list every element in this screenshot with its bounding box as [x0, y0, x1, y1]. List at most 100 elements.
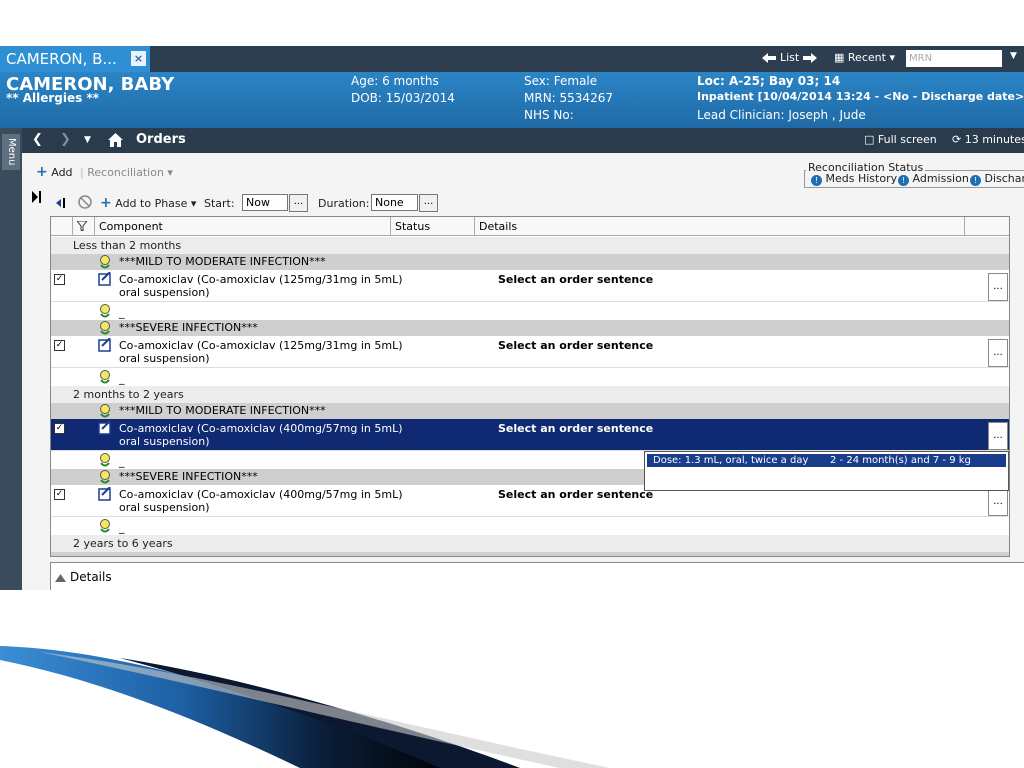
- order-row-selected[interactable]: ✓ Co-amoxiclav (Co-amoxiclav (400mg/57mg…: [51, 419, 1009, 451]
- order-sentence-icon: [100, 304, 110, 318]
- history-dropdown-icon[interactable]: ▼: [84, 135, 91, 145]
- age-group-row: Less than 2 months: [51, 237, 1009, 254]
- refresh-button[interactable]: ⟳ 13 minutes a: [952, 133, 1024, 146]
- severity-label: ***MILD TO MODERATE INFECTION***: [119, 255, 326, 268]
- start-picker-button[interactable]: ...: [289, 194, 308, 212]
- patient-mrn: MRN: 5534267: [524, 91, 613, 105]
- order-checkbox[interactable]: ✓: [54, 423, 65, 434]
- age-group-row: 2 months to 2 years: [51, 386, 1009, 403]
- close-icon[interactable]: ×: [131, 51, 146, 66]
- recent-label[interactable]: Recent: [848, 51, 886, 64]
- order-details[interactable]: Select an order sentence: [498, 488, 653, 501]
- forward-icon[interactable]: ❯: [60, 132, 71, 147]
- blank-row: _: [51, 518, 1009, 535]
- arrow-right-icon[interactable]: [803, 52, 818, 63]
- phase-indicator-icon[interactable]: [56, 197, 68, 209]
- start-input[interactable]: Now: [242, 194, 288, 211]
- add-button[interactable]: + Add: [36, 164, 73, 180]
- chevron-down-icon: ▾: [190, 197, 197, 210]
- patient-tab[interactable]: CAMERON, B... ×: [0, 46, 150, 72]
- chevron-down-icon: ▾: [889, 51, 895, 64]
- admission-status[interactable]: ! Admission: [898, 172, 969, 186]
- discharge-info-icon: !: [970, 175, 981, 186]
- admission-label: Admission: [912, 172, 969, 185]
- blank-row-text: _: [119, 455, 125, 468]
- order-sentence-button[interactable]: ...: [988, 422, 1008, 450]
- order-checkbox[interactable]: ✓: [54, 489, 65, 500]
- blank-row-text: _: [119, 306, 125, 319]
- order-sentence-button[interactable]: ...: [988, 488, 1008, 516]
- severity-row: ***MILD TO MODERATE INFECTION***: [51, 403, 1009, 419]
- order-sentence-option[interactable]: Dose: 1.3 mL, oral, twice a day 2 - 24 m…: [647, 454, 1006, 467]
- status-column-header[interactable]: Status: [391, 217, 475, 236]
- full-screen-button[interactable]: □ Full screen: [864, 133, 937, 146]
- option-range: 2 - 24 month(s) and 7 - 9 kg: [830, 455, 971, 466]
- duration-picker-button[interactable]: ...: [419, 194, 438, 212]
- order-sentence-button[interactable]: ...: [988, 273, 1008, 301]
- order-sentence-icon: [100, 470, 110, 484]
- back-icon[interactable]: ❮: [32, 132, 43, 147]
- recent-icon: ▦: [834, 51, 845, 64]
- list-navigation[interactable]: List: [762, 51, 818, 64]
- order-details[interactable]: Select an order sentence: [498, 339, 653, 352]
- prohibited-icon[interactable]: [78, 195, 92, 209]
- full-screen-label: Full screen: [877, 133, 937, 146]
- duration-label: Duration:: [318, 197, 370, 210]
- discharge-status[interactable]: ! Discharg: [970, 172, 1024, 186]
- order-form-icon: [98, 487, 111, 501]
- blank-row: _: [51, 303, 1009, 320]
- arrow-left-icon[interactable]: [762, 52, 776, 63]
- component-column-header[interactable]: Component: [95, 217, 391, 236]
- patient-dob: DOB: 15/03/2014: [351, 91, 455, 105]
- details-panel-toggle[interactable]: Details: [50, 562, 1024, 590]
- add-to-phase-button[interactable]: + Add to Phase ▾: [100, 195, 196, 211]
- details-column-header[interactable]: Details: [475, 217, 965, 236]
- recent-menu[interactable]: ▦ Recent ▾: [834, 51, 895, 64]
- page-title: Orders: [136, 132, 186, 147]
- reconciliation-menu[interactable]: | Reconciliation ▾: [80, 166, 173, 179]
- order-component: Co-amoxiclav (Co-amoxiclav (125mg/31mg i…: [119, 339, 403, 365]
- order-row[interactable]: ✓ Co-amoxiclav (Co-amoxiclav (125mg/31mg…: [51, 270, 1009, 302]
- mrn-search-input[interactable]: MRN: [906, 50, 1002, 67]
- menu-toggle[interactable]: Menu: [2, 134, 20, 170]
- order-sentence-icon: [100, 519, 110, 533]
- menu-strip: Menu: [0, 128, 22, 590]
- plus-icon: +: [100, 195, 112, 211]
- duration-input[interactable]: None: [371, 194, 418, 211]
- order-form-icon: [98, 338, 111, 352]
- patient-banner: CAMERON, BABY ** Allergies ** Age: 6 mon…: [0, 72, 1024, 128]
- order-sentence-button[interactable]: ...: [988, 339, 1008, 367]
- severity-label: ***MILD TO MODERATE INFECTION***: [119, 404, 326, 417]
- grid-header: Component Status Details: [51, 217, 1009, 236]
- meds-history-label: Meds History: [825, 172, 898, 185]
- meds-history-info-icon: !: [811, 175, 822, 186]
- filter-column-header[interactable]: [73, 217, 95, 236]
- home-icon[interactable]: [108, 133, 123, 147]
- order-sentence-dropdown: Dose: 1.3 mL, oral, twice a day 2 - 24 m…: [644, 451, 1009, 491]
- collapse-up-icon: [55, 574, 66, 582]
- order-row[interactable]: ✓ Co-amoxiclav (Co-amoxiclav (125mg/31mg…: [51, 336, 1009, 368]
- order-checkbox[interactable]: ✓: [54, 274, 65, 285]
- order-checkbox[interactable]: ✓: [54, 340, 65, 351]
- order-details[interactable]: Select an order sentence: [498, 422, 653, 435]
- reconciliation-label: Reconciliation: [87, 166, 164, 179]
- mrn-dropdown-icon[interactable]: ▼: [1010, 51, 1017, 61]
- admission-info-icon: !: [898, 175, 909, 186]
- filter-icon: [75, 220, 89, 232]
- order-form-icon: [98, 272, 111, 286]
- meds-history-status[interactable]: ! Meds History: [811, 172, 897, 186]
- order-details[interactable]: Select an order sentence: [498, 273, 653, 286]
- blank-row: _: [51, 369, 1009, 386]
- age-group-row: 2 years to 6 years: [51, 535, 1009, 552]
- list-label[interactable]: List: [780, 51, 799, 64]
- order-component: Co-amoxiclav (Co-amoxiclav (400mg/57mg i…: [119, 488, 403, 514]
- severity-label: ***SEVERE INFECTION***: [119, 470, 258, 483]
- expand-panel-icon[interactable]: [32, 191, 42, 203]
- orders-header: ❮ ❯ ▼ Orders □ Full screen ⟳ 13 minutes …: [22, 128, 1024, 153]
- refresh-label: 13 minutes a: [964, 133, 1024, 146]
- discharge-label: Discharg: [984, 172, 1024, 185]
- allergies-link[interactable]: ** Allergies **: [6, 91, 99, 105]
- order-sentence-icon: [100, 404, 110, 418]
- plus-icon: +: [36, 164, 48, 180]
- add-label: Add: [51, 166, 73, 179]
